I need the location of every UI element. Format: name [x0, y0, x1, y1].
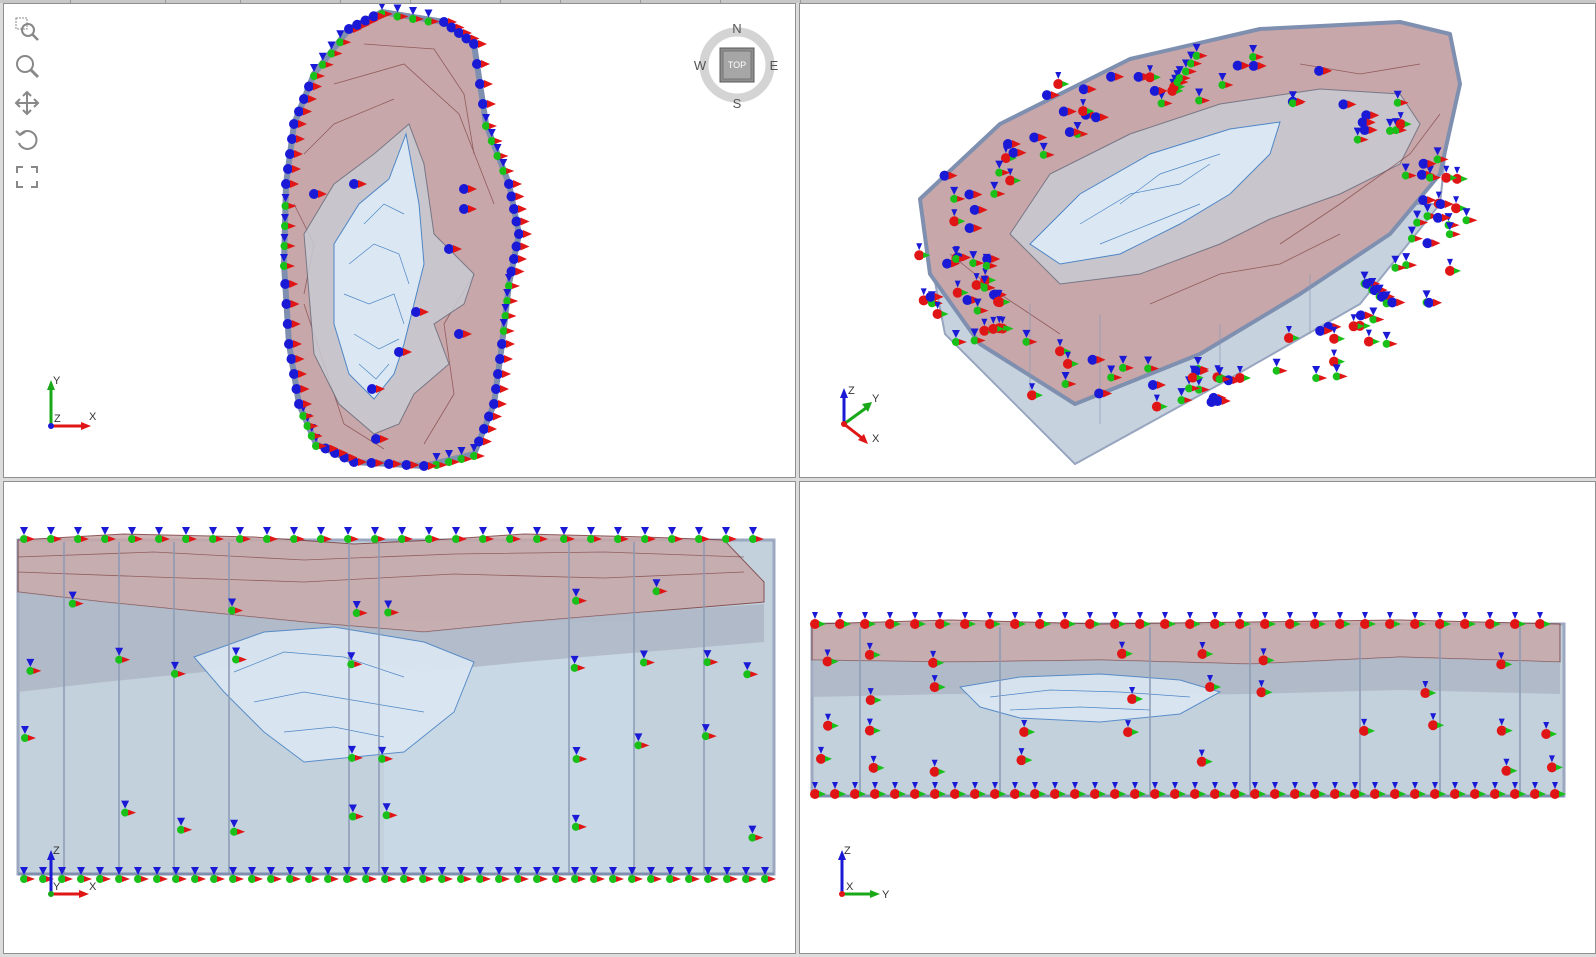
model-iso-view	[914, 20, 1478, 466]
axis-label-a: Y	[53, 375, 61, 387]
support-marker	[1402, 253, 1418, 270]
support-marker	[1382, 331, 1398, 348]
support-marker	[506, 191, 525, 202]
support-marker	[1444, 258, 1461, 276]
axis-label-b: X	[846, 881, 854, 893]
compass-north[interactable]: N	[732, 21, 741, 36]
compass-west[interactable]: W	[694, 58, 707, 73]
axis-label-a: Z	[848, 385, 855, 397]
axis-label-b: Y	[872, 393, 880, 405]
model-side-view	[810, 612, 1566, 799]
axis-triad: Z X Y	[838, 845, 890, 901]
support-marker	[1332, 364, 1348, 381]
support-marker	[504, 179, 522, 189]
support-marker	[495, 354, 513, 364]
support-marker	[479, 424, 497, 434]
support-marker	[484, 411, 502, 422]
support-marker	[1387, 297, 1406, 308]
support-marker	[1212, 395, 1231, 406]
axis-label-c: X	[89, 411, 97, 423]
rotate-icon[interactable]	[12, 125, 42, 155]
axis-label-b: Y	[53, 881, 61, 893]
support-marker	[514, 229, 532, 239]
support-marker	[1452, 166, 1469, 184]
support-marker	[469, 39, 487, 49]
support-marker	[509, 254, 527, 264]
axis-triad: Z Y X	[840, 385, 880, 445]
zoom-window-icon[interactable]	[12, 14, 42, 44]
support-marker	[475, 79, 493, 89]
support-marker	[1444, 213, 1460, 230]
support-marker	[1053, 72, 1070, 90]
support-marker	[511, 241, 530, 252]
support-marker	[1435, 199, 1454, 210]
zoom-extents-icon[interactable]	[12, 162, 42, 192]
axis-label-c: X	[89, 881, 97, 893]
model-front-view	[16, 527, 776, 883]
view-cube[interactable]: TOP N S E W	[692, 20, 782, 110]
viewport-top[interactable]: TOP N S E W Y Z X	[3, 3, 796, 478]
support-marker	[1363, 329, 1380, 347]
pan-icon[interactable]	[12, 88, 42, 118]
support-marker	[1329, 349, 1346, 367]
support-marker	[491, 384, 509, 394]
support-marker	[511, 216, 530, 227]
support-marker	[493, 369, 511, 379]
axis-triad: Y Z X	[47, 375, 97, 430]
support-marker	[472, 59, 490, 69]
support-marker	[489, 399, 507, 409]
axis-triad: Z Y X	[47, 845, 97, 898]
support-marker	[1422, 238, 1441, 249]
viewport-front[interactable]: Z Y X	[3, 481, 796, 954]
axis-label-b: Z	[54, 413, 61, 425]
support-marker	[509, 204, 527, 214]
axis-label-c: X	[872, 433, 880, 445]
axis-label-a: Z	[844, 845, 851, 857]
model-top-view	[280, 4, 532, 471]
viewport-side[interactable]: Z X Y	[799, 481, 1596, 954]
support-marker	[1462, 208, 1478, 225]
axis-label-a: Z	[53, 845, 60, 857]
compass-east[interactable]: E	[770, 58, 779, 73]
zoom-icon[interactable]	[12, 51, 42, 81]
compass-south[interactable]: S	[733, 96, 742, 110]
view-toolbar	[12, 14, 46, 199]
viewport-iso[interactable]: Z Y X	[799, 3, 1596, 478]
support-marker	[1423, 297, 1442, 308]
support-marker	[497, 339, 515, 349]
axis-label-c: Y	[882, 889, 890, 901]
support-marker	[1272, 358, 1288, 375]
support-marker	[478, 99, 496, 109]
support-marker	[1312, 366, 1328, 383]
view-cube-face[interactable]: TOP	[728, 60, 746, 70]
